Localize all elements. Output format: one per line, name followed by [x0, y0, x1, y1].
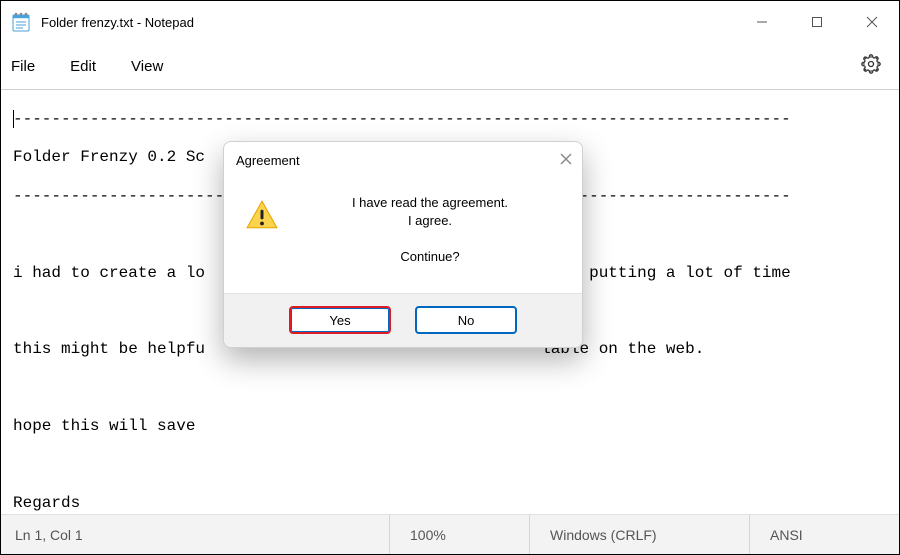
status-position: Ln 1, Col 1 [15, 515, 389, 554]
dialog-line1: I have read the agreement. [298, 194, 562, 212]
yes-button[interactable]: Yes [289, 306, 391, 334]
window-controls [734, 1, 899, 43]
no-button[interactable]: No [415, 306, 517, 334]
notepad-app-icon [11, 12, 31, 32]
settings-icon[interactable] [861, 54, 889, 78]
menu-file[interactable]: File [11, 58, 35, 75]
close-button[interactable] [844, 1, 899, 43]
dialog-line3: Continue? [298, 248, 562, 266]
status-zoom: 100% [389, 515, 529, 554]
titlebar: Folder frenzy.txt - Notepad [1, 1, 899, 43]
statusbar: Ln 1, Col 1 100% Windows (CRLF) ANSI [1, 514, 899, 554]
dialog-footer: Yes No [224, 293, 582, 347]
agreement-dialog: Agreement I have read the agreement. I a… [223, 141, 583, 348]
dialog-titlebar: Agreement [224, 142, 582, 178]
dialog-body: I have read the agreement. I agree. Cont… [224, 178, 582, 293]
status-line-ending: Windows (CRLF) [529, 515, 749, 554]
dialog-line2: I agree. [298, 212, 562, 230]
dialog-close-button[interactable] [560, 152, 572, 169]
warning-icon [244, 194, 280, 267]
menu-edit[interactable]: Edit [70, 58, 96, 75]
dialog-title: Agreement [236, 153, 560, 168]
window-title: Folder frenzy.txt - Notepad [41, 15, 734, 30]
dialog-message: I have read the agreement. I agree. Cont… [298, 194, 562, 267]
minimize-button[interactable] [734, 1, 789, 43]
maximize-button[interactable] [789, 1, 844, 43]
menu-view[interactable]: View [131, 58, 163, 75]
status-encoding: ANSI [749, 515, 899, 554]
menubar: File Edit View [1, 43, 899, 89]
